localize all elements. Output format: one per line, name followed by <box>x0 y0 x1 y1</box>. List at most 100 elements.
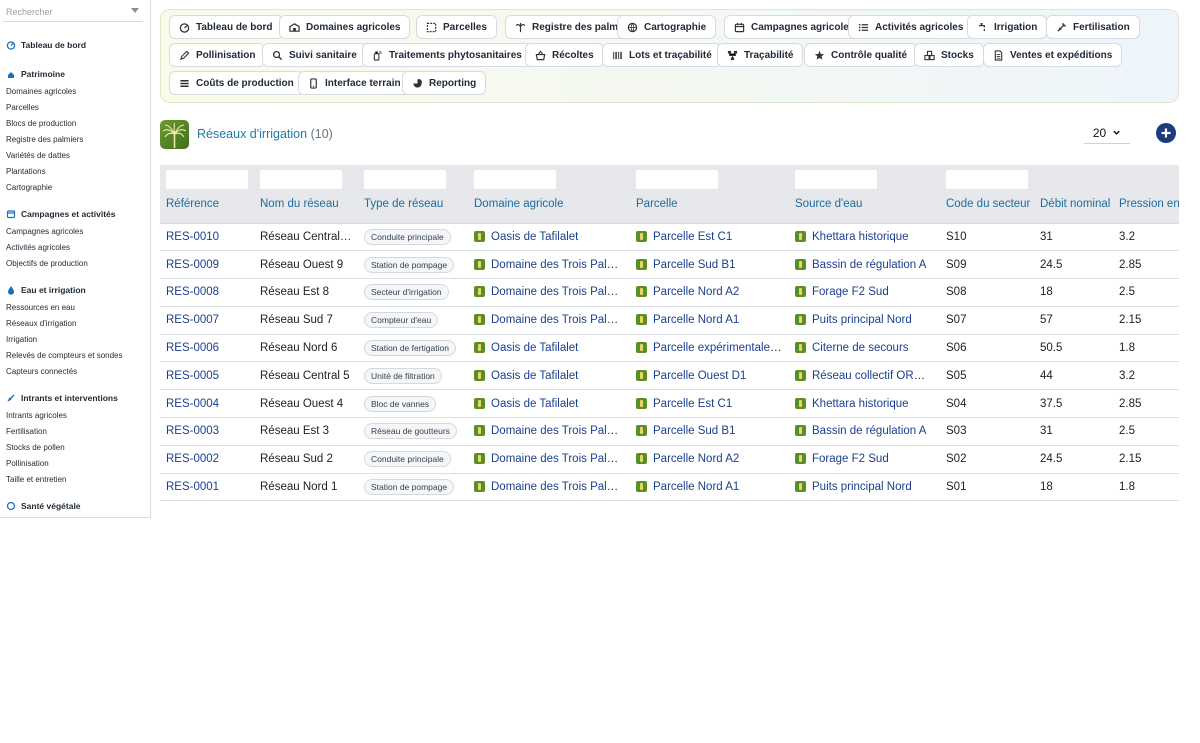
column-filter-input[interactable] <box>946 170 1028 189</box>
menu-recoltes-button[interactable]: Récoltes <box>525 43 604 67</box>
column-header[interactable]: Type de réseau <box>358 198 468 224</box>
menu-parcelles-button[interactable]: Parcelles <box>416 15 497 39</box>
sidebar-section-title[interactable]: Eau et irrigation <box>0 282 150 298</box>
column-filter-input[interactable] <box>795 170 877 189</box>
menu-ventes-et-expeditions-button[interactable]: Ventes et expéditions <box>983 43 1123 67</box>
table-row[interactable]: RES-0007 Réseau Sud 7 Compteur d'eau Domain… <box>160 306 1179 335</box>
sidebar-section-title[interactable]: Campagnes et activités <box>0 206 150 222</box>
reference-link[interactable]: RES-0003 <box>160 417 254 446</box>
water-source-link[interactable]: Bassin de régulation A <box>789 250 940 280</box>
sidebar-item[interactable]: Plantations <box>0 164 150 180</box>
reference-link[interactable]: RES-0002 <box>160 445 254 474</box>
parcel-link[interactable]: Parcelle Sud B1 <box>630 250 789 280</box>
sidebar-item[interactable]: Stocks de pollen <box>0 440 150 456</box>
sidebar-item[interactable]: Domaines agricoles <box>0 84 150 100</box>
menu-pollinisation-button[interactable]: Pollinisation <box>169 43 266 67</box>
water-source-link[interactable]: Forage F2 Sud <box>789 278 940 307</box>
parcel-link[interactable]: Parcelle Est C1 <box>630 223 789 252</box>
menu-stocks-button[interactable]: Stocks <box>914 43 984 67</box>
sidebar-item[interactable]: Registre des palmiers <box>0 132 150 148</box>
reference-link[interactable]: RES-0006 <box>160 334 254 363</box>
table-row[interactable]: RES-0009 Réseau Ouest 9 Station de pompage… <box>160 250 1179 280</box>
water-source-link[interactable]: Puits principal Nord <box>789 473 940 502</box>
sidebar-item[interactable]: Taille et entretien <box>0 472 150 488</box>
sidebar-item[interactable]: Variétés de dattes <box>0 148 150 164</box>
column-header[interactable]: Débit nominal <box>1034 198 1113 224</box>
menu-tableau-de-bord-button[interactable]: Tableau de bord <box>169 15 283 39</box>
column-filter-input[interactable] <box>636 170 718 189</box>
sidebar-item[interactable]: Parcelles <box>0 100 150 116</box>
parcel-link[interactable]: Parcelle Ouest D1 <box>630 361 789 391</box>
sidebar-item[interactable]: Pollinisation <box>0 456 150 472</box>
parcel-link[interactable]: Parcelle Sud B1 <box>630 417 789 446</box>
menu-irrigation-button[interactable]: Irrigation <box>967 15 1048 39</box>
menu-interface-terrain-button[interactable]: Interface terrain <box>298 71 411 95</box>
table-row[interactable]: RES-0006 Réseau Nord 6 Station de fertigat… <box>160 334 1179 363</box>
column-filter-input[interactable] <box>364 170 446 189</box>
parcel-link[interactable]: Parcelle expérimentale E1 <box>630 334 789 363</box>
sidebar-item[interactable]: Campagnes agricoles <box>0 224 150 240</box>
table-row[interactable]: RES-0010 Réseau Central 10 Conduite princi… <box>160 223 1179 252</box>
domain-link[interactable]: Oasis de Tafilalet <box>468 361 630 391</box>
reference-link[interactable]: RES-0008 <box>160 278 254 307</box>
table-row[interactable]: RES-0008 Réseau Est 8 Secteur d'irrigation… <box>160 278 1179 307</box>
column-filter-input[interactable] <box>260 170 342 189</box>
column-header[interactable]: Référence <box>160 198 254 224</box>
domain-link[interactable]: Domaine des Trois Palmiers <box>468 445 630 474</box>
sidebar-item[interactable]: Intrants agricoles <box>0 408 150 424</box>
reference-link[interactable]: RES-0001 <box>160 473 254 502</box>
menu-reporting-button[interactable]: Reporting <box>402 71 487 95</box>
sidebar-item[interactable]: Activités agricoles <box>0 240 150 256</box>
per-page-select[interactable]: 20 <box>1084 122 1130 144</box>
water-source-link[interactable]: Puits principal Nord <box>789 306 940 335</box>
records-table-wrapper[interactable]: Référence Nom du réseau Type de réseau Doma… <box>160 165 1179 504</box>
water-source-link[interactable]: Réseau collectif ORMVA <box>789 361 940 391</box>
domain-link[interactable]: Domaine des Trois Palmiers <box>468 306 630 335</box>
menu-activites-agricoles-button[interactable]: Activités agricoles <box>848 15 974 39</box>
menu-couts-de-production-button[interactable]: Coûts de production <box>169 71 304 95</box>
sidebar-item[interactable]: Objectifs de production <box>0 256 150 272</box>
domain-link[interactable]: Oasis de Tafilalet <box>468 334 630 363</box>
reference-link[interactable]: RES-0004 <box>160 389 254 419</box>
parcel-link[interactable]: Parcelle Nord A1 <box>630 306 789 335</box>
column-filter-input[interactable] <box>166 170 248 189</box>
search-input[interactable] <box>3 3 127 21</box>
column-header[interactable]: Code du secteur <box>940 198 1034 224</box>
parcel-link[interactable]: Parcelle Nord A1 <box>630 473 789 502</box>
water-source-link[interactable]: Citerne de secours <box>789 334 940 363</box>
reference-link[interactable]: RES-0009 <box>160 250 254 280</box>
menu-suivi-sanitaire-button[interactable]: Suivi sanitaire <box>262 43 367 67</box>
sidebar-item[interactable]: Ressources en eau <box>0 300 150 316</box>
column-filter-input[interactable] <box>474 170 556 189</box>
column-header[interactable]: Nom du réseau <box>254 198 358 224</box>
menu-controle-qualite-button[interactable]: Contrôle qualité <box>804 43 918 67</box>
sidebar-item[interactable]: Fertilisation <box>0 424 150 440</box>
sidebar-section-title[interactable]: Intrants et interventions <box>0 390 150 406</box>
parcel-link[interactable]: Parcelle Nord A2 <box>630 445 789 474</box>
parcel-link[interactable]: Parcelle Est C1 <box>630 389 789 419</box>
add-record-button[interactable] <box>1156 123 1176 143</box>
sidebar-section-title[interactable]: Santé végétale <box>0 498 150 514</box>
sidebar-item[interactable]: Relevés de compteurs et sondes <box>0 348 150 364</box>
menu-tracabilite-button[interactable]: Traçabilité <box>717 43 804 67</box>
domain-link[interactable]: Domaine des Trois Palmiers <box>468 278 630 307</box>
domain-link[interactable]: Domaine des Trois Palmiers <box>468 417 630 446</box>
sidebar-item[interactable]: Irrigation <box>0 332 150 348</box>
table-row[interactable]: RES-0005 Réseau Central 5 Unité de filtrat… <box>160 361 1179 391</box>
domain-link[interactable]: Domaine des Trois Palmiers <box>468 250 630 280</box>
water-source-link[interactable]: Khettara historique <box>789 389 940 419</box>
reference-link[interactable]: RES-0007 <box>160 306 254 335</box>
water-source-link[interactable]: Forage F2 Sud <box>789 445 940 474</box>
domain-link[interactable]: Oasis de Tafilalet <box>468 223 630 252</box>
reference-link[interactable]: RES-0010 <box>160 223 254 252</box>
table-row[interactable]: RES-0002 Réseau Sud 2 Conduite principale D… <box>160 445 1179 474</box>
table-row[interactable]: RES-0003 Réseau Est 3 Réseau de goutteurs D… <box>160 417 1179 446</box>
table-row[interactable]: RES-0004 Réseau Ouest 4 Bloc de vannes Oasi… <box>160 389 1179 419</box>
sidebar-item-dashboard[interactable]: Tableau de bord <box>0 36 150 54</box>
chevron-down-icon[interactable] <box>131 8 139 13</box>
sidebar-item[interactable]: Blocs de production <box>0 116 150 132</box>
table-row[interactable]: RES-0001 Réseau Nord 1 Station de pompage D… <box>160 473 1179 502</box>
sidebar-item[interactable]: Réseaux d'irrigation <box>0 316 150 332</box>
water-source-link[interactable]: Bassin de régulation A <box>789 417 940 446</box>
parcel-link[interactable]: Parcelle Nord A2 <box>630 278 789 307</box>
